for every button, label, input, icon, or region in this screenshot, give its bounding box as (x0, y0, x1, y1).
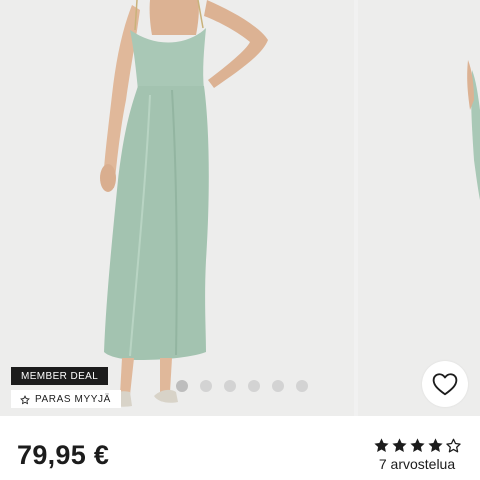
star-outline-icon (20, 394, 30, 404)
gallery-dot[interactable] (224, 380, 236, 392)
favorite-button[interactable] (422, 361, 468, 407)
product-rating[interactable]: 7 arvostelua (372, 437, 462, 472)
bestseller-badge: PARAS MYYJÄ (11, 390, 121, 408)
review-count[interactable]: 7 arvostelua (372, 456, 462, 472)
product-badges: MEMBER DEAL PARAS MYYJÄ (11, 366, 121, 408)
star-filled-icon (409, 438, 425, 452)
rating-stars (372, 437, 462, 455)
gallery-dot[interactable] (272, 380, 284, 392)
product-image-gallery[interactable]: MEMBER DEAL PARAS MYYJÄ (0, 0, 480, 416)
gallery-pagination (176, 380, 308, 392)
star-outline-icon (445, 438, 461, 453)
bestseller-label: PARAS MYYJÄ (35, 394, 111, 405)
gallery-dot[interactable] (296, 380, 308, 392)
product-price: 79,95 € (17, 440, 110, 470)
model-dress-photo (100, 0, 268, 407)
star-filled-icon (427, 438, 443, 452)
model-dress-photo-partial (467, 60, 480, 200)
star-filled-icon (373, 438, 389, 452)
star-filled-icon (391, 438, 407, 452)
gallery-dot[interactable] (176, 380, 188, 392)
product-image-main[interactable]: MEMBER DEAL PARAS MYYJÄ (0, 0, 354, 416)
gallery-dot[interactable] (200, 380, 212, 392)
gallery-dot[interactable] (248, 380, 260, 392)
heart-outline-icon (432, 373, 458, 396)
member-deal-badge: MEMBER DEAL (11, 367, 109, 385)
product-image-next[interactable] (358, 0, 480, 416)
